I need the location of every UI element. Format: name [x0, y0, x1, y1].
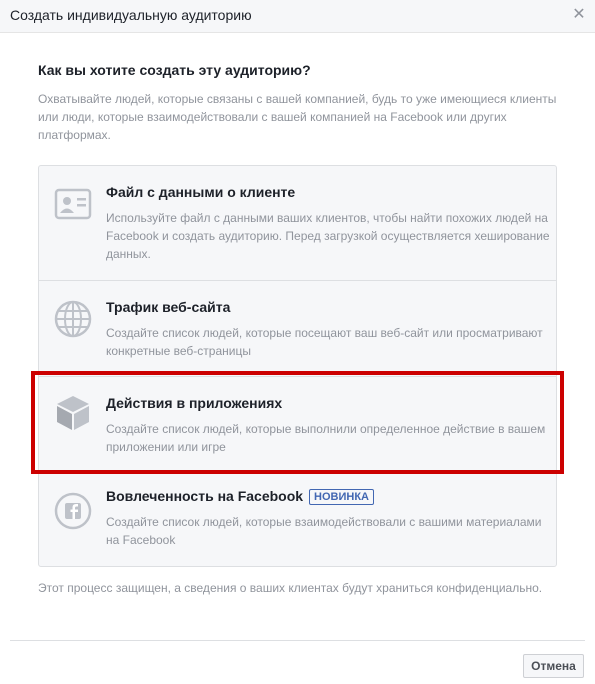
- option-title: Трафик веб-сайта: [106, 299, 231, 315]
- cube-icon: [53, 392, 93, 432]
- option-title: Вовлеченность на Facebook НОВИНКА: [106, 488, 374, 505]
- new-badge: НОВИНКА: [309, 489, 374, 505]
- option-title-text: Вовлеченность на Facebook: [106, 488, 304, 504]
- privacy-footnote: Этот процесс защищен, а сведения о ваших…: [38, 581, 543, 595]
- option-title: Действия в приложениях: [106, 395, 283, 411]
- dialog-title: Создать индивидуальную аудиторию: [10, 7, 252, 23]
- option-title: Файл с данными о клиенте: [106, 184, 296, 200]
- option-description: Создайте список людей, которые выполнили…: [106, 422, 546, 454]
- option-description: Используйте файл с данными ваших клиенто…: [106, 211, 550, 261]
- dialog-header: Создать индивидуальную аудиторию ✕: [0, 0, 595, 33]
- custom-audience-dialog: Создать индивидуальную аудиторию ✕ Как в…: [0, 0, 595, 684]
- option-description: Создайте список людей, которые посещают …: [106, 326, 543, 358]
- facebook-icon: [53, 491, 93, 531]
- intro-description: Охватывайте людей, которые связаны с ваш…: [38, 92, 557, 142]
- option-facebook-engagement[interactable]: Вовлеченность на Facebook НОВИНКА Создайт…: [39, 472, 556, 566]
- footer-divider: [10, 640, 585, 641]
- close-icon[interactable]: ✕: [571, 6, 587, 24]
- audience-options: Файл с данными о клиенте Используйте фай…: [38, 165, 557, 567]
- option-description: Создайте список людей, которые взаимодей…: [106, 515, 542, 547]
- globe-icon: [53, 299, 93, 339]
- option-app-activity[interactable]: Действия в приложениях Создайте список л…: [39, 376, 556, 472]
- question-heading: Как вы хотите создать эту аудиторию?: [38, 62, 311, 78]
- option-website-traffic[interactable]: Трафик веб-сайта Создайте список людей, …: [39, 280, 556, 376]
- contact-card-icon: [53, 184, 93, 224]
- option-customer-file[interactable]: Файл с данными о клиенте Используйте фай…: [39, 166, 556, 280]
- cancel-button[interactable]: Отмена: [523, 654, 584, 678]
